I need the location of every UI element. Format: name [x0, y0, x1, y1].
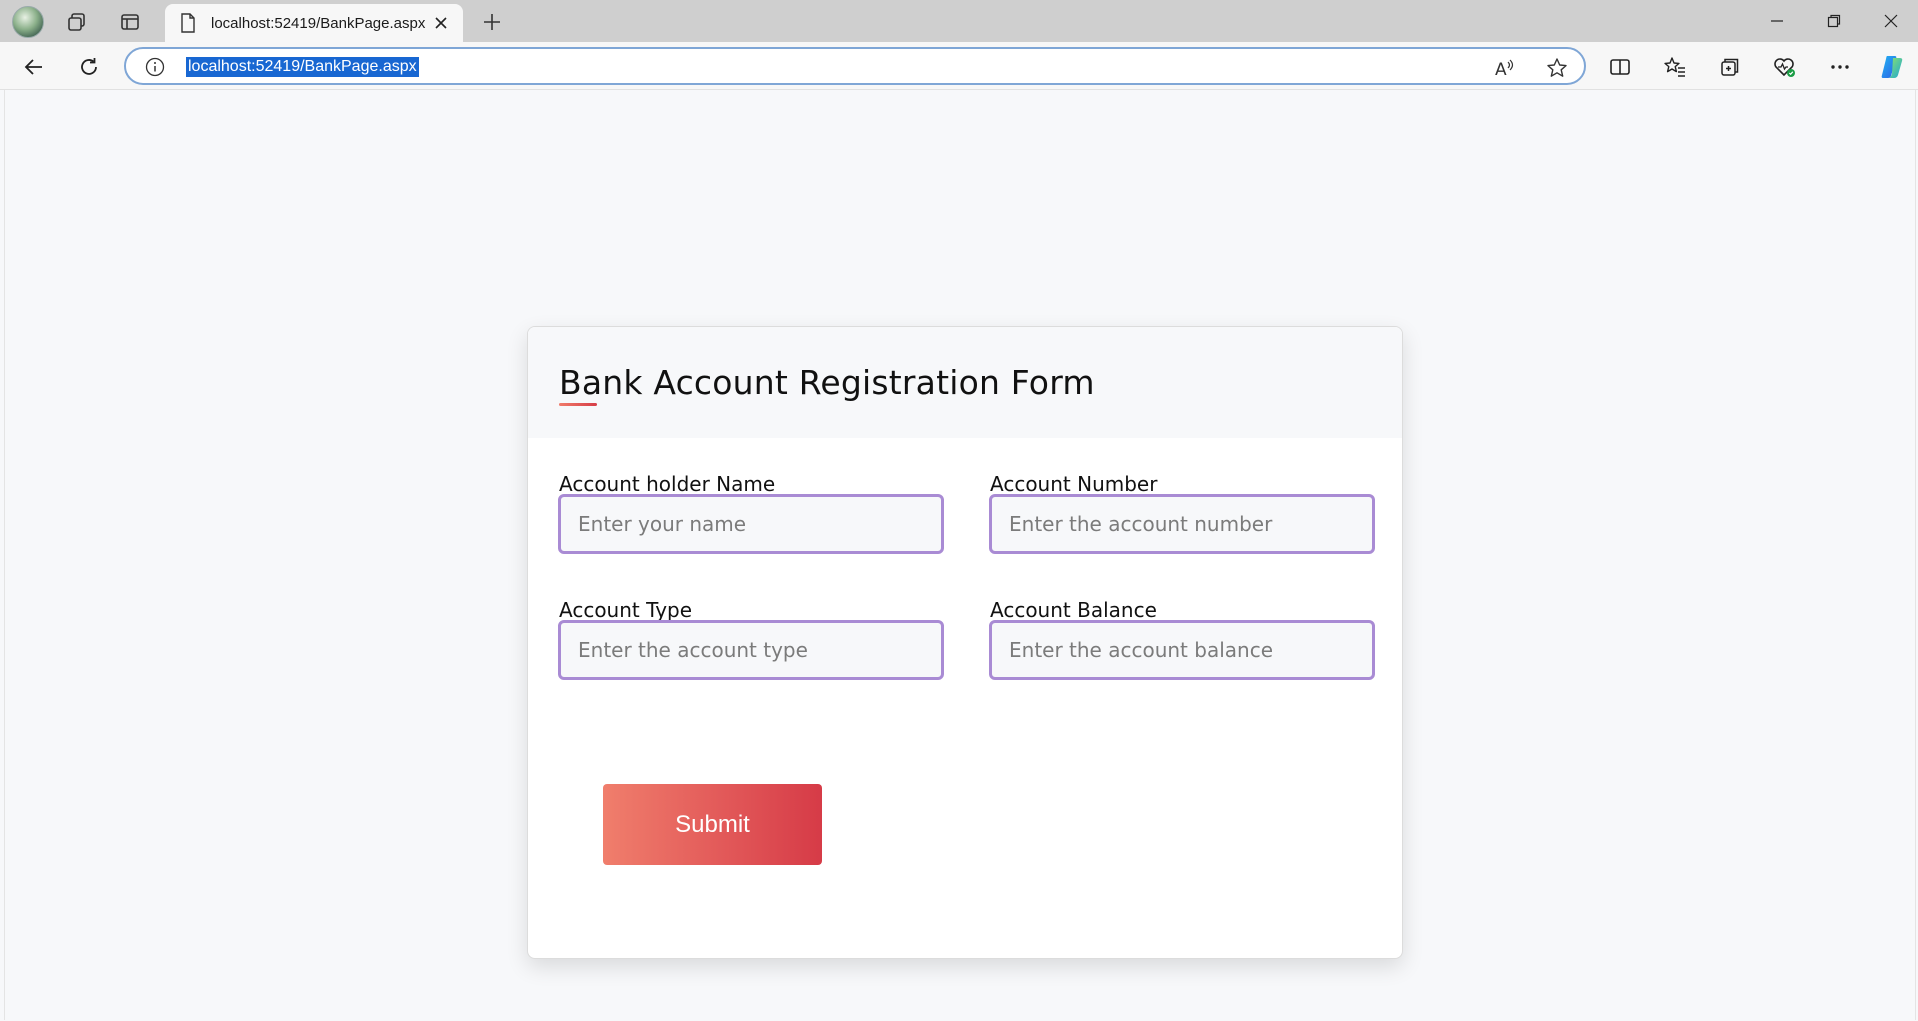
workspaces-icon[interactable] — [63, 8, 91, 36]
browser-toolbar: localhost:52419/BankPage.aspx A — [0, 42, 1918, 90]
registration-card: Bank Account Registration Form Account h… — [527, 326, 1403, 959]
account-type-label: Account Type — [559, 598, 693, 622]
favorites-list-icon[interactable] — [1659, 51, 1691, 83]
profile-avatar[interactable] — [12, 6, 44, 38]
submit-button[interactable]: Submit — [603, 784, 822, 865]
read-aloud-icon[interactable]: A — [1492, 55, 1518, 81]
account-number-label: Account Number — [990, 472, 1158, 496]
close-window-icon[interactable] — [1871, 6, 1911, 36]
address-bar[interactable]: localhost:52419/BankPage.aspx A — [124, 47, 1586, 85]
page-viewport: Bank Account Registration Form Account h… — [4, 90, 1916, 1020]
title-underline — [559, 403, 597, 406]
restore-icon[interactable] — [1814, 6, 1854, 36]
back-arrow-icon[interactable] — [18, 51, 50, 83]
site-info-icon[interactable] — [144, 56, 166, 78]
account-type-input[interactable] — [558, 620, 944, 680]
svg-text:A: A — [1495, 60, 1507, 79]
card-header: Bank Account Registration Form — [528, 327, 1402, 438]
account-holder-name-label: Account holder Name — [559, 472, 776, 496]
tab-title: localhost:52419/BankPage.aspx — [211, 14, 426, 32]
page-icon — [179, 12, 197, 34]
account-holder-name-input[interactable] — [558, 494, 944, 554]
url-text[interactable]: localhost:52419/BankPage.aspx — [186, 57, 419, 77]
account-balance-label: Account Balance — [990, 598, 1157, 622]
collections-icon[interactable] — [1714, 51, 1746, 83]
browser-essentials-icon[interactable] — [1769, 51, 1801, 83]
form-title: Bank Account Registration Form — [559, 363, 1095, 402]
new-tab-icon[interactable] — [478, 8, 506, 36]
account-balance-input[interactable] — [989, 620, 1375, 680]
split-screen-icon[interactable] — [1604, 51, 1636, 83]
favorite-star-icon[interactable] — [1544, 55, 1570, 81]
account-number-input[interactable] — [989, 494, 1375, 554]
copilot-icon[interactable] — [1876, 51, 1908, 83]
browser-tab-bar: localhost:52419/BankPage.aspx — [0, 0, 1918, 42]
close-tab-icon[interactable] — [431, 13, 451, 33]
active-tab[interactable]: localhost:52419/BankPage.aspx — [165, 4, 463, 42]
vertical-tabs-icon[interactable] — [116, 8, 144, 36]
refresh-icon[interactable] — [73, 51, 105, 83]
minimize-icon[interactable] — [1757, 6, 1797, 36]
more-options-icon[interactable] — [1824, 51, 1856, 83]
